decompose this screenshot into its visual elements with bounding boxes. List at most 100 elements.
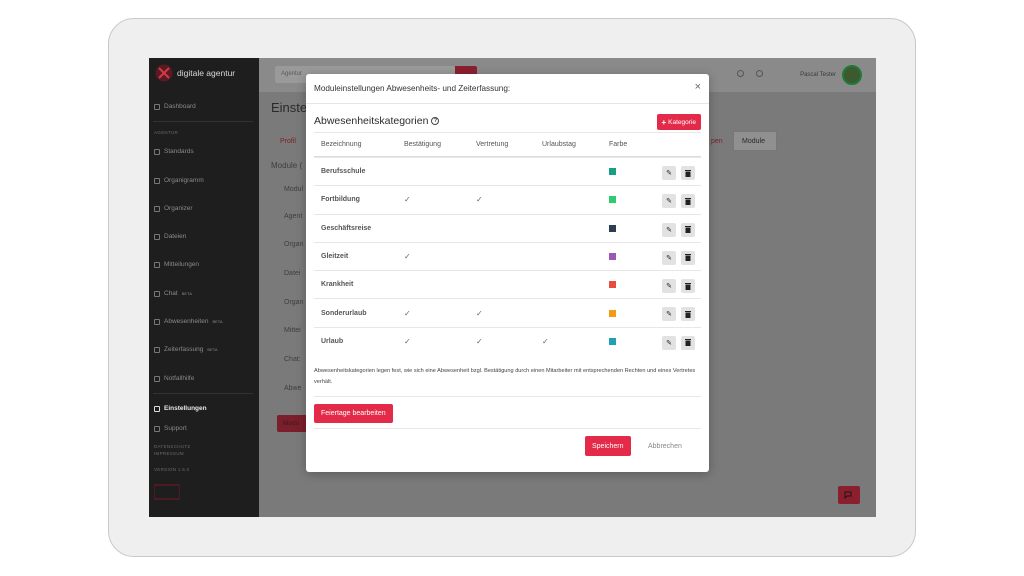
tab-gruppen[interactable]: pen bbox=[711, 138, 723, 145]
logo: digitale agentur bbox=[155, 64, 235, 82]
table-row: Berufsschule ✎ bbox=[314, 157, 701, 185]
trash-icon[interactable] bbox=[681, 279, 695, 294]
bg-row: Mittei bbox=[284, 327, 301, 334]
column-header: Urlaubstag bbox=[542, 141, 576, 148]
check-icon: ✓ bbox=[404, 195, 411, 205]
cancel-button[interactable]: Abbrechen bbox=[646, 436, 684, 456]
footer-link-datenschutz[interactable]: DATENSCHUTZ bbox=[154, 444, 190, 449]
trash-icon[interactable] bbox=[681, 166, 695, 180]
color-swatch-box bbox=[609, 224, 616, 232]
tab-module[interactable]: Module bbox=[733, 131, 777, 151]
trash-icon[interactable] bbox=[681, 307, 695, 322]
app-screen: digitale agentur Dashboard AGENTUR Stand… bbox=[149, 58, 876, 517]
color-swatch bbox=[609, 158, 616, 185]
user-menu[interactable]: Pascal Tester bbox=[800, 65, 862, 85]
bg-row: Abwe bbox=[284, 385, 302, 392]
color-swatch bbox=[609, 215, 616, 242]
category-name: Urlaub bbox=[321, 337, 344, 345]
pin-icon bbox=[154, 148, 160, 155]
bg-row: Agent bbox=[284, 213, 303, 220]
question-icon bbox=[154, 425, 160, 432]
sidebar-item-abwesenheiten[interactable]: Abwesenheiten BETA bbox=[154, 318, 223, 325]
edit-icon[interactable]: ✎ bbox=[662, 166, 676, 180]
sidebar-item-chat[interactable]: Chat BETA bbox=[154, 290, 192, 297]
sidebar-item-organigramm[interactable]: Organigramm bbox=[154, 177, 204, 184]
sidebar-item-dashboard[interactable]: Dashboard bbox=[154, 103, 196, 110]
dashboard-icon bbox=[154, 103, 160, 110]
color-swatch bbox=[609, 186, 616, 213]
chat-button[interactable] bbox=[838, 486, 860, 504]
section-title: Abwesenheitskategorien ? bbox=[314, 115, 440, 127]
edit-icon[interactable]: ✎ bbox=[662, 194, 676, 209]
avatar bbox=[842, 65, 862, 85]
sidebar-item-support[interactable]: Support bbox=[154, 425, 187, 432]
bg-row: Modul bbox=[284, 186, 304, 193]
close-icon[interactable]: × bbox=[695, 81, 701, 93]
check-icon: ✓ bbox=[404, 308, 411, 318]
bg-row: Organ bbox=[284, 241, 304, 248]
sidebar-item-organizer[interactable]: Organizer bbox=[154, 205, 193, 212]
modal-header: Moduleinstellungen Abwesenheits- und Zei… bbox=[306, 74, 709, 104]
edit-icon[interactable]: ✎ bbox=[662, 250, 676, 265]
table-header: Bezeichnung Bestätigung Vertretung Urlau… bbox=[314, 132, 701, 157]
color-swatch-box bbox=[609, 196, 616, 204]
color-swatch-box bbox=[609, 168, 616, 176]
help-icon[interactable] bbox=[737, 70, 744, 77]
edit-icon[interactable]: ✎ bbox=[662, 335, 676, 350]
sidebar-item-notfallhilfe[interactable]: Notfallhilfe bbox=[154, 375, 194, 382]
version-label: VERSION 1.5.0 bbox=[154, 467, 190, 472]
check-icon: ✓ bbox=[404, 336, 411, 346]
sidebar-item-mitteilungen[interactable]: Mitteilungen bbox=[154, 261, 199, 268]
trash-icon[interactable] bbox=[681, 250, 695, 265]
sidebar-divider bbox=[153, 393, 253, 394]
gear-icon bbox=[154, 405, 160, 412]
category-table: Bezeichnung Bestätigung Vertretung Urlau… bbox=[314, 132, 701, 355]
clock-icon bbox=[154, 346, 160, 353]
color-swatch-box bbox=[609, 337, 616, 345]
table-row: Urlaub ✓ ✓ ✓ ✎ bbox=[314, 326, 701, 355]
save-button[interactable]: Speichern bbox=[585, 436, 631, 456]
check-icon: ✓ bbox=[476, 195, 483, 205]
bg-row: Organ bbox=[284, 299, 304, 306]
column-header: Bezeichnung bbox=[321, 141, 362, 148]
chat-bubble-icon bbox=[844, 491, 852, 500]
column-header: Vertretung bbox=[476, 141, 509, 148]
user-name: Pascal Tester bbox=[800, 72, 836, 78]
column-header: Bestätigung bbox=[404, 141, 441, 148]
footer-link-impressum[interactable]: IMPRESSUM bbox=[154, 451, 184, 456]
question-circle-icon[interactable]: ? bbox=[431, 117, 440, 125]
calendar-icon bbox=[154, 205, 160, 212]
footer-logo-icon bbox=[154, 484, 180, 500]
check-icon: ✓ bbox=[542, 336, 549, 346]
trash-icon[interactable] bbox=[681, 335, 695, 350]
sidebar-item-einstellungen[interactable]: Einstellungen bbox=[154, 405, 207, 412]
sidebar-item-zeiterfassung[interactable]: Zeiterfassung BETA bbox=[154, 346, 218, 353]
edit-icon[interactable]: ✎ bbox=[662, 279, 676, 294]
color-swatch-box bbox=[609, 309, 616, 317]
edit-icon[interactable]: ✎ bbox=[662, 307, 676, 322]
trash-icon[interactable] bbox=[681, 194, 695, 209]
category-name: Gleitzeit bbox=[321, 253, 349, 261]
table-row: Fortbildung ✓ ✓ ✎ bbox=[314, 185, 701, 213]
bell-icon[interactable] bbox=[756, 70, 763, 77]
add-category-button[interactable]: + Kategorie bbox=[656, 114, 701, 130]
plane-icon bbox=[154, 318, 160, 325]
color-swatch-box bbox=[609, 281, 616, 289]
trash-icon[interactable] bbox=[681, 222, 695, 237]
sidebar-item-standards[interactable]: Standards bbox=[154, 148, 194, 155]
bg-module-button[interactable]: Modu bbox=[277, 415, 309, 432]
divider bbox=[314, 396, 701, 397]
sidebar-item-dateien[interactable]: Dateien bbox=[154, 233, 186, 240]
bg-section-title: Module ( bbox=[271, 161, 303, 170]
lifebuoy-icon bbox=[154, 375, 160, 382]
logo-title: digitale agentur bbox=[177, 67, 236, 78]
edit-holidays-button[interactable]: Feiertage bearbeiten bbox=[314, 404, 393, 423]
sidebar: digitale agentur Dashboard AGENTUR Stand… bbox=[149, 58, 259, 517]
category-name: Fortbildung bbox=[321, 196, 360, 204]
color-swatch bbox=[609, 271, 616, 298]
category-name: Berufsschule bbox=[321, 168, 366, 176]
divider bbox=[314, 428, 701, 429]
tab-profil[interactable]: Profil bbox=[280, 138, 296, 145]
topbar-icons bbox=[737, 70, 763, 77]
edit-icon[interactable]: ✎ bbox=[662, 222, 676, 237]
